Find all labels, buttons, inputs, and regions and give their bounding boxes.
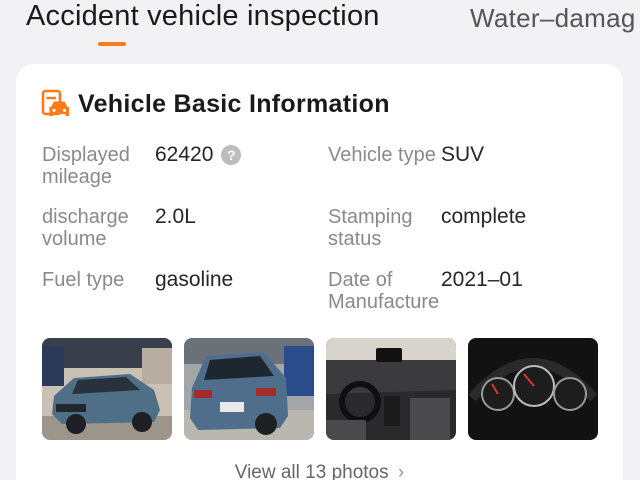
car-document-icon	[41, 89, 69, 116]
stamping-status-label: Stamping status	[328, 206, 413, 250]
discharge-volume-value: 2.0L	[155, 205, 196, 228]
car-dashboard-photo-image	[468, 338, 598, 440]
photo-strip	[42, 338, 602, 440]
active-tab-indicator	[98, 42, 126, 46]
mileage-label: Displayed mileage	[42, 144, 130, 188]
mileage-value: 62420	[155, 143, 214, 166]
discharge-volume-label: discharge volume	[42, 206, 129, 250]
card-header: Vehicle Basic Information	[40, 86, 390, 122]
question-circle-icon[interactable]: ?	[221, 145, 242, 165]
card-title: Vehicle Basic Information	[78, 89, 390, 118]
fuel-type-label: Fuel type	[42, 269, 125, 291]
mileage-value-wrap: 62420 ?	[155, 143, 242, 166]
chevron-right-icon: ›	[397, 462, 405, 480]
car-rear-photo-image	[184, 338, 314, 440]
tab-bar: Accident vehicle inspection Water–damag	[0, 0, 640, 60]
car-interior-photo-image	[326, 338, 456, 440]
vehicle-type-value: SUV	[441, 143, 485, 166]
vehicle-type-label: Vehicle type	[328, 144, 436, 166]
manufacture-date-value: 2021–01	[441, 268, 523, 291]
stamping-status-value: complete	[441, 205, 527, 228]
car-dashboard-photo[interactable]	[468, 338, 598, 440]
tab-water-damage[interactable]: Water–damag	[470, 3, 636, 34]
car-front-photo[interactable]	[42, 338, 172, 440]
view-all-photos-label: View all 13 photos	[234, 462, 389, 480]
car-interior-photo[interactable]	[326, 338, 456, 440]
vehicle-basic-info-card: Vehicle Basic Information Displayed mile…	[16, 64, 623, 480]
view-all-photos-link[interactable]: View all 13 photos ›	[16, 462, 623, 480]
fuel-type-value: gasoline	[155, 268, 234, 291]
tab-accident-inspection[interactable]: Accident vehicle inspection	[26, 0, 380, 33]
car-front-photo-image	[42, 338, 172, 440]
manufacture-date-label: Date of Manufacture	[328, 269, 440, 313]
car-rear-photo[interactable]	[184, 338, 314, 440]
